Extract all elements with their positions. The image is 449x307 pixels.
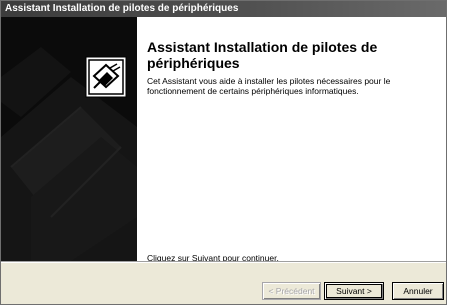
cancel-button[interactable]: Annuler (392, 282, 444, 300)
button-separator (1, 261, 446, 263)
wizard-description: Cet Assistant vous aide à installer les … (147, 76, 391, 96)
side-panel-graphic (1, 17, 137, 261)
back-button[interactable]: < Précédent (262, 282, 321, 300)
window-title[interactable]: Assistant Installation de pilotes de pér… (1, 1, 446, 17)
wizard-window: Assistant Installation de pilotes de pér… (0, 0, 447, 305)
wizard-content: Assistant Installation de pilotes de pér… (137, 17, 446, 263)
wizard-heading: Assistant Installation de pilotes de pér… (147, 39, 378, 71)
wizard-side-panel (1, 17, 137, 261)
next-button[interactable]: Suivant > (324, 282, 384, 300)
hardware-install-icon (85, 56, 127, 98)
